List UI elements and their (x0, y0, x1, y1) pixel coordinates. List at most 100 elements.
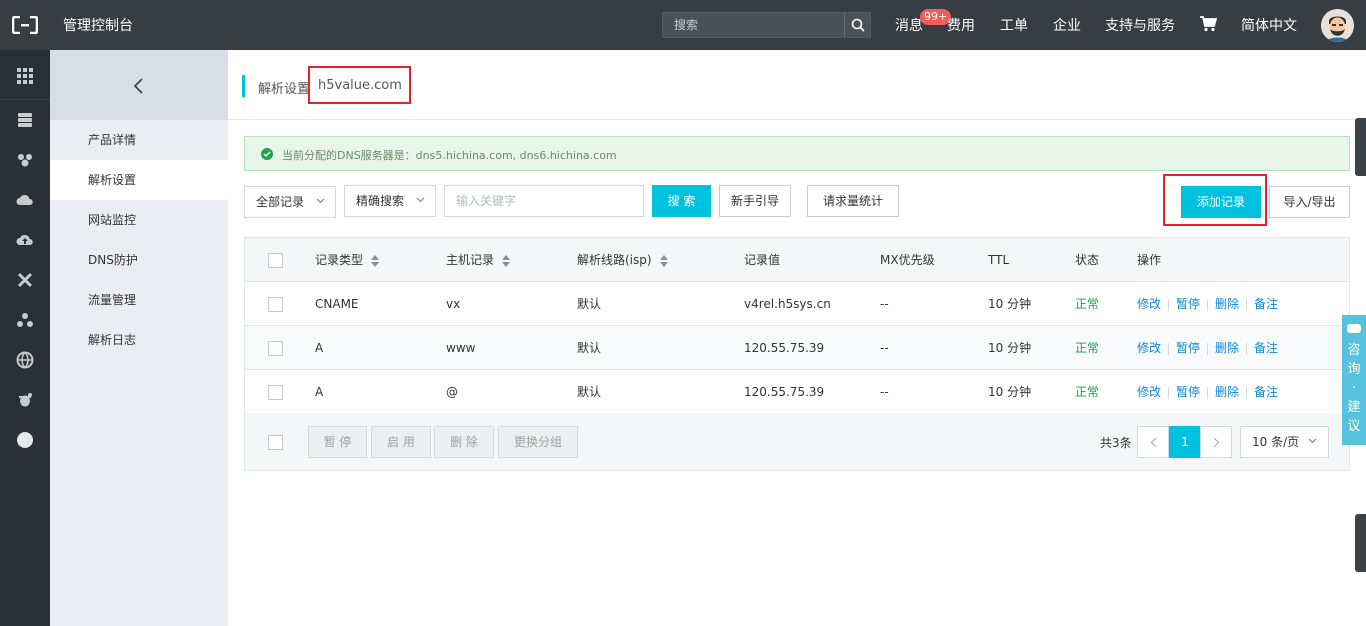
sidebar-item-dns-settings[interactable]: 解析设置 (50, 160, 228, 200)
chevron-right-icon (1213, 437, 1219, 448)
edit-link[interactable]: 修改 (1137, 297, 1161, 311)
search-mode-value: 精确搜索 (356, 194, 405, 208)
pause-link[interactable]: 暂停 (1176, 385, 1200, 399)
column-header-line[interactable]: 解析线路(isp) (577, 238, 669, 282)
apps-grid-icon[interactable] (16, 67, 34, 85)
column-header-status: 状态 (1075, 253, 1100, 267)
note-link[interactable]: 备注 (1254, 341, 1278, 355)
record-type: A (315, 385, 324, 399)
global-search (662, 12, 871, 38)
import-export-button[interactable]: 导入/导出 (1269, 186, 1350, 218)
beginner-guide-button[interactable]: 新手引导 (719, 185, 791, 217)
divider (1207, 342, 1209, 355)
nav-enterprise[interactable]: 企业 (1053, 15, 1081, 35)
record-status: 正常 (1075, 385, 1100, 399)
chevron-left-icon (133, 78, 143, 94)
cloud-upload-icon[interactable] (16, 231, 34, 249)
row-checkbox[interactable] (268, 385, 283, 400)
keyword-input[interactable] (444, 185, 644, 217)
column-header-host[interactable]: 主机记录 (446, 238, 511, 282)
user-avatar[interactable] (1321, 9, 1354, 42)
consult-label: 咨 询 · 建 议 (1342, 341, 1366, 436)
side-toolbar-handle[interactable] (1355, 514, 1366, 572)
search-button[interactable] (844, 13, 870, 37)
side-toolbar-handle[interactable] (1355, 118, 1366, 176)
domain-sidebar: 产品详情 解析设置 网站监控 DNS防护 流量管理 解析日志 (50, 50, 228, 626)
delete-link[interactable]: 删除 (1215, 385, 1239, 399)
next-page-button[interactable] (1200, 426, 1232, 458)
row-checkbox[interactable] (268, 341, 283, 356)
divider (1168, 298, 1170, 311)
record-host: www (446, 341, 476, 355)
sidebar-item-traffic-management[interactable]: 流量管理 (50, 280, 228, 320)
record-actions: 修改 暂停 删除 备注 (1137, 282, 1278, 326)
sidebar-item-product-detail[interactable]: 产品详情 (50, 120, 228, 160)
record-value: 120.55.75.39 (744, 341, 825, 355)
sort-icon[interactable] (371, 254, 380, 268)
nav-support[interactable]: 支持与服务 (1105, 15, 1175, 35)
edit-link[interactable]: 修改 (1137, 385, 1161, 399)
record-type: CNAME (315, 297, 359, 311)
sidebar-item-dns-protection[interactable]: DNS防护 (50, 240, 228, 280)
select-all-checkbox[interactable] (268, 253, 283, 268)
column-header-ttl: TTL (988, 253, 1010, 267)
record-ttl: 10 分钟 (988, 385, 1032, 399)
consult-char: 建 (1347, 400, 1361, 415)
nav-language[interactable]: 简体中文 (1241, 15, 1297, 35)
nav-tickets[interactable]: 工单 (1000, 15, 1028, 35)
database-icon[interactable] (16, 111, 34, 129)
circle-icon[interactable] (16, 431, 34, 449)
chevron-down-icon (316, 198, 325, 204)
table-header: 记录类型 主机记录 解析线路(isp) 记录值 MX优先级 TTL 状态 操作 (244, 237, 1350, 282)
note-link[interactable]: 备注 (1254, 297, 1278, 311)
sort-icon[interactable] (502, 254, 511, 268)
sidebar-item-site-monitor[interactable]: 网站监控 (50, 200, 228, 240)
check-circle-icon (261, 148, 273, 160)
cloud-icon[interactable] (16, 191, 34, 209)
pause-link[interactable]: 暂停 (1176, 341, 1200, 355)
page-size-value: 10 条/页 (1252, 435, 1300, 449)
record-filter-select[interactable]: 全部记录 (244, 186, 336, 218)
nav-billing[interactable]: 费用 (947, 15, 975, 35)
note-link[interactable]: 备注 (1254, 385, 1278, 399)
bulk-pause-button[interactable]: 暂 停 (308, 426, 367, 458)
bulk-delete-button[interactable]: 删 除 (434, 426, 494, 458)
consult-char: 咨 (1347, 343, 1361, 358)
edit-link[interactable]: 修改 (1137, 341, 1161, 355)
chevron-down-icon (1308, 438, 1317, 444)
cart-icon[interactable] (1199, 16, 1218, 35)
global-search-input[interactable] (663, 13, 845, 37)
change-group-button[interactable]: 更换分组 (498, 426, 578, 458)
divider (1246, 386, 1248, 399)
prev-page-button[interactable] (1137, 426, 1169, 458)
nav-messages[interactable]: 消息 (895, 15, 923, 35)
sidebar-item-dns-logs[interactable]: 解析日志 (50, 320, 228, 360)
bug-icon[interactable] (16, 391, 34, 409)
row-checkbox[interactable] (268, 297, 283, 312)
column-header-type[interactable]: 记录类型 (315, 238, 380, 282)
consult-feedback-tab[interactable]: 咨 询 · 建 议 (1342, 315, 1366, 445)
delete-link[interactable]: 删除 (1215, 341, 1239, 355)
aliyun-logo-icon[interactable] (12, 16, 38, 34)
bulk-enable-button[interactable]: 启 用 (371, 426, 431, 458)
page-number-current[interactable]: 1 (1169, 426, 1201, 458)
globe-icon[interactable] (16, 351, 34, 369)
search-submit-button[interactable]: 搜 索 (652, 185, 711, 217)
request-stats-button[interactable]: 请求量统计 (807, 185, 899, 217)
network-icon[interactable] (16, 311, 34, 329)
cdn-icon[interactable] (16, 151, 34, 169)
console-title[interactable]: 管理控制台 (63, 15, 133, 35)
pause-link[interactable]: 暂停 (1176, 297, 1200, 311)
tools-icon[interactable] (16, 271, 34, 289)
footer-select-all-checkbox[interactable] (268, 435, 283, 450)
page-size-select[interactable]: 10 条/页 (1240, 426, 1329, 458)
divider (1168, 342, 1170, 355)
delete-link[interactable]: 删除 (1215, 297, 1239, 311)
record-host: vx (446, 297, 461, 311)
record-ttl: 10 分钟 (988, 341, 1032, 355)
sort-icon[interactable] (659, 254, 669, 268)
record-value: 120.55.75.39 (744, 385, 825, 399)
add-record-highlight-box (1163, 174, 1267, 226)
search-mode-select[interactable]: 精确搜索 (344, 185, 436, 217)
back-button[interactable] (50, 50, 228, 120)
